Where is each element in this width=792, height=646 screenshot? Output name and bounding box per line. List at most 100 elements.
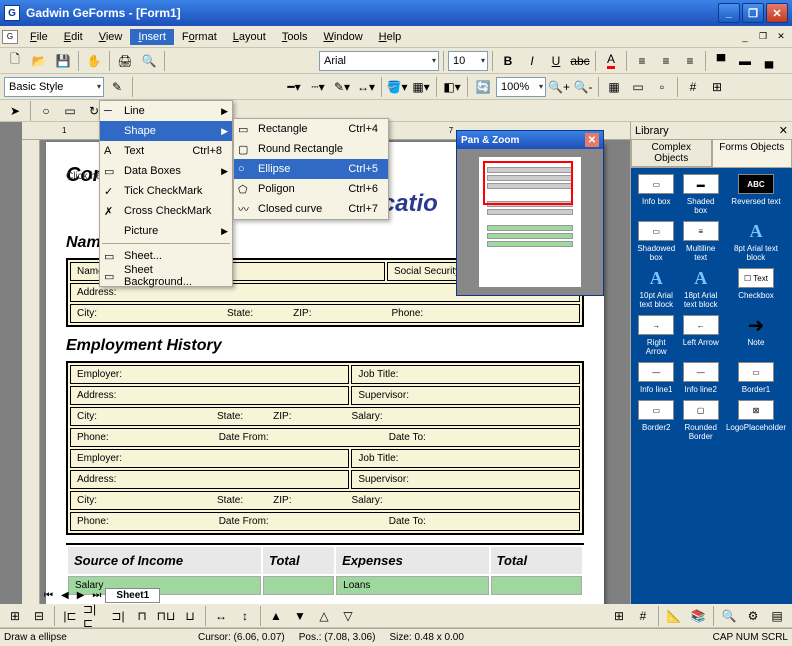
fontcolor-button[interactable]: A <box>600 50 622 72</box>
lib-item-10pt-arial-text-block[interactable]: A10pt Arial text block <box>637 268 675 309</box>
lib-item-info-line2[interactable]: —Info line2 <box>681 362 719 394</box>
insert-item-shape[interactable]: Shape▶ <box>100 121 232 141</box>
sheet-prev[interactable]: ◀ <box>57 590 73 601</box>
print-button[interactable]: 🖨 <box>114 50 136 72</box>
sheet-tab-1[interactable]: Sheet1 <box>105 588 160 603</box>
insert-item-text[interactable]: ATextCtrl+8 <box>100 141 232 161</box>
mdi-minimize[interactable]: _ <box>737 30 753 44</box>
snap-button[interactable]: ⊞ <box>706 76 728 98</box>
lib-item-border1[interactable]: ▭Border1 <box>726 362 786 394</box>
style-dropdown[interactable]: Basic Style <box>4 77 104 97</box>
refresh-button[interactable]: 🔄 <box>472 76 494 98</box>
font-dropdown[interactable]: Arial <box>319 51 439 71</box>
menu-file[interactable]: File <box>22 29 56 45</box>
align-m-button[interactable]: ⊓⊔ <box>155 605 177 627</box>
menu-insert[interactable]: Insert <box>130 29 174 45</box>
menu-edit[interactable]: Edit <box>56 29 91 45</box>
shape-item-poligon[interactable]: ⬠PoligonCtrl+6 <box>234 179 388 199</box>
align-left-button[interactable]: ≡ <box>631 50 653 72</box>
forward-button[interactable]: △ <box>313 605 335 627</box>
insert-item-picture[interactable]: Picture▶ <box>100 221 232 241</box>
mdi-restore[interactable]: ❐ <box>755 30 771 44</box>
style-apply-button[interactable]: ✎ <box>106 76 128 98</box>
line-weight-button[interactable]: ━▾ <box>283 76 305 98</box>
align-c-button[interactable]: ⊐|⊏ <box>83 605 105 627</box>
ellipse-tool[interactable]: ○ <box>35 100 57 122</box>
dist-h-button[interactable]: ↔ <box>210 605 232 627</box>
margin-button[interactable]: ▫ <box>651 76 673 98</box>
snap-grid-button[interactable]: ⊞ <box>608 605 630 627</box>
pan-zoom-thumbnail[interactable] <box>479 157 581 287</box>
lib-item-left-arrow[interactable]: ←Left Arrow <box>681 315 719 356</box>
insert-item-tick-checkmark[interactable]: ✓Tick CheckMark <box>100 181 232 201</box>
lib-item-rounded-border[interactable]: ▢Rounded Border <box>681 400 719 441</box>
zoom-in-button[interactable]: 🔍+ <box>548 76 570 98</box>
menu-layout[interactable]: Layout <box>225 29 274 45</box>
lib-item-info-line1[interactable]: —Info line1 <box>637 362 675 394</box>
lib-item-shadowed-box[interactable]: ▭Shadowed box <box>637 221 675 262</box>
insert-item-cross-checkmark[interactable]: ✗Cross CheckMark <box>100 201 232 221</box>
shape-item-ellipse[interactable]: ○EllipseCtrl+5 <box>234 159 388 179</box>
align-b-button[interactable]: ⊔ <box>179 605 201 627</box>
panzoom-toggle[interactable]: 🔍 <box>718 605 740 627</box>
insert-item-sheet-background-[interactable]: ▭Sheet Background... <box>100 266 232 286</box>
lib-item-18pt-arial-text-block[interactable]: A18pt Arial text block <box>681 268 719 309</box>
sheet-last[interactable]: ⏭ <box>88 590 105 601</box>
lib-item-border2[interactable]: ▭Border2 <box>637 400 675 441</box>
page-button[interactable]: ▭ <box>627 76 649 98</box>
hand-tool[interactable]: ✋ <box>83 50 105 72</box>
fill-color-button[interactable]: 🪣▾ <box>386 76 408 98</box>
align-l-button[interactable]: |⊏ <box>59 605 81 627</box>
lib-item-info-box[interactable]: ▭Info box <box>637 174 675 215</box>
align-r-button[interactable]: ⊐| <box>107 605 129 627</box>
zoom-out-button[interactable]: 🔍- <box>572 76 594 98</box>
shadow-button[interactable]: ◧▾ <box>441 76 463 98</box>
underline-button[interactable]: U <box>545 50 567 72</box>
lib-item-reversed-text[interactable]: ABCReversed text <box>726 174 786 215</box>
shape-item-round-rectangle[interactable]: ▢Round Rectangle <box>234 139 388 159</box>
rect-tool[interactable]: ▭ <box>59 100 81 122</box>
lib-item-right-arrow[interactable]: →Right Arrow <box>637 315 675 356</box>
valign-bottom-button[interactable]: ▄ <box>758 50 780 72</box>
library-close-button[interactable]: ✕ <box>779 124 788 137</box>
minimize-button[interactable]: _ <box>718 3 740 23</box>
zoom-dropdown[interactable]: 100% <box>496 77 546 97</box>
lib-item-logoplaceholder[interactable]: ⊠LogoPlaceholder <box>726 400 786 441</box>
lib-item-multiline-text[interactable]: ≡Multiline text <box>681 221 719 262</box>
ruler-button[interactable]: 📐 <box>663 605 685 627</box>
line-color-button[interactable]: ✎▾ <box>331 76 353 98</box>
menu-tools[interactable]: Tools <box>274 29 316 45</box>
lib-item-note[interactable]: ➜Note <box>726 315 786 356</box>
lib-item-shaded-box[interactable]: ▬Shaded box <box>681 174 719 215</box>
group-button[interactable]: ⊞ <box>4 605 26 627</box>
align-center-button[interactable]: ≡ <box>655 50 677 72</box>
insert-item-line[interactable]: ─Line▶ <box>100 101 232 121</box>
pan-zoom-body[interactable] <box>457 149 603 295</box>
shape-item-closed-curve[interactable]: 〰Closed curveCtrl+7 <box>234 199 388 219</box>
fontsize-dropdown[interactable]: 10 <box>448 51 488 71</box>
lib-tab-forms[interactable]: Forms Objects <box>712 139 792 167</box>
fill-pattern-button[interactable]: ▦▾ <box>410 76 432 98</box>
valign-middle-button[interactable]: ▬ <box>734 50 756 72</box>
employment-table[interactable]: Employer:Job Title: Address:Supervisor: … <box>66 361 584 535</box>
sheet-next[interactable]: ▶ <box>73 590 89 601</box>
front-button[interactable]: ▲ <box>265 605 287 627</box>
align-right-button[interactable]: ≡ <box>679 50 701 72</box>
pan-zoom-close-button[interactable]: ✕ <box>585 133 599 147</box>
sheet-first[interactable]: ⏮ <box>40 590 57 601</box>
layers-button[interactable]: ▤ <box>766 605 788 627</box>
align-t-button[interactable]: ⊓ <box>131 605 153 627</box>
menu-help[interactable]: Help <box>371 29 410 45</box>
menu-view[interactable]: View <box>91 29 131 45</box>
ungroup-button[interactable]: ⊟ <box>28 605 50 627</box>
backward-button[interactable]: ▽ <box>337 605 359 627</box>
pointer-tool[interactable]: ➤ <box>4 100 26 122</box>
props-button[interactable]: ⚙ <box>742 605 764 627</box>
preview-button[interactable]: 🔍 <box>138 50 160 72</box>
maximize-button[interactable]: ❐ <box>742 3 764 23</box>
insert-item-sheet-[interactable]: ▭Sheet... <box>100 246 232 266</box>
line-style-button[interactable]: ┄▾ <box>307 76 329 98</box>
menu-format[interactable]: Format <box>174 29 225 45</box>
pan-zoom-title[interactable]: Pan & Zoom ✕ <box>457 131 603 149</box>
back-button[interactable]: ▼ <box>289 605 311 627</box>
